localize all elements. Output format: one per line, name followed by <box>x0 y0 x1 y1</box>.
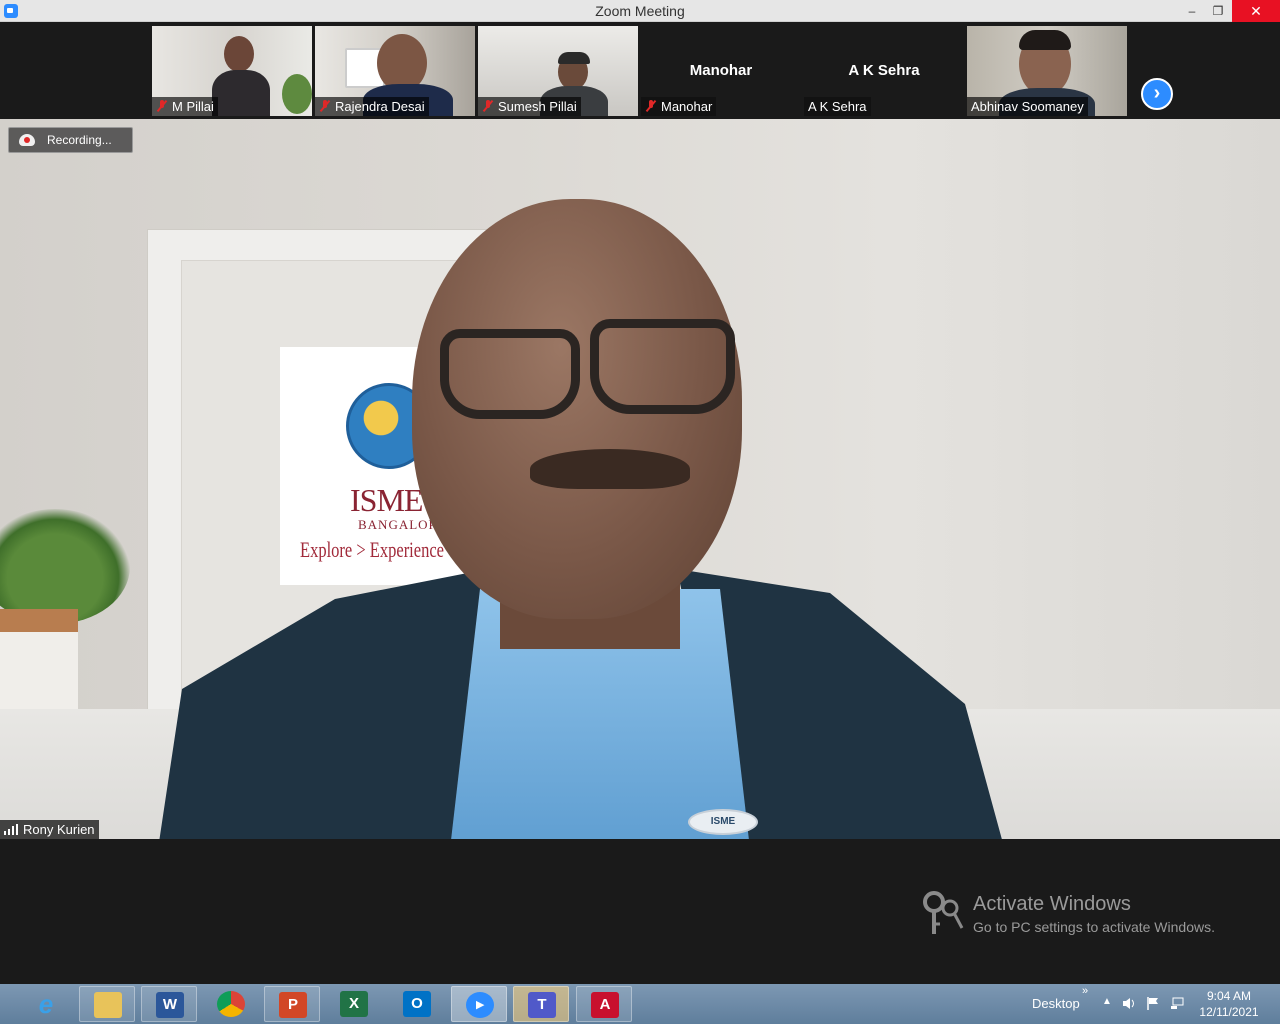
cloud-recording-icon <box>19 134 35 146</box>
window-title: Zoom Meeting <box>595 3 685 19</box>
outlook-button[interactable]: O <box>389 986 445 1022</box>
participant-name: Manohar <box>661 99 713 114</box>
participant-name: Abhinav Soomaney <box>971 99 1084 114</box>
lapel-badge: ISME <box>688 809 758 835</box>
plant-pot <box>0 609 78 714</box>
participant-name: Sumesh Pillai <box>498 99 577 114</box>
participant-name-bar: A K Sehra <box>804 97 871 116</box>
participant-tile[interactable]: Rajendra Desai <box>315 26 475 116</box>
muted-mic-icon <box>156 100 168 112</box>
file-explorer-button[interactable] <box>79 986 135 1022</box>
poster-title: ISME <box>350 482 423 518</box>
acrobat-icon: A <box>591 992 619 1018</box>
participant-name: Rajendra Desai <box>335 99 425 114</box>
internet-explorer-icon: e <box>38 989 54 1019</box>
restore-button[interactable]: ❐ <box>1203 0 1233 22</box>
clock-time: 9:04 AM <box>1206 989 1252 1003</box>
activate-subtitle: Go to PC settings to activate Windows. <box>973 919 1215 935</box>
participant-name-bar: M Pillai <box>152 97 218 116</box>
teams-button[interactable]: T <box>513 986 569 1022</box>
internet-explorer-button[interactable]: e <box>18 986 74 1022</box>
show-hidden-icons-icon[interactable]: ▲ <box>1102 996 1112 1007</box>
participant-name-bar: Sumesh Pillai <box>478 97 581 116</box>
clock-date: 12/11/2021 <box>1199 1005 1259 1019</box>
muted-mic-icon <box>482 100 494 112</box>
participant-video-hair <box>1019 30 1071 50</box>
muted-mic-icon <box>319 100 331 112</box>
recording-label: Recording... <box>47 133 112 147</box>
plant-icon <box>0 509 130 624</box>
speaker-moustache <box>530 449 690 489</box>
excel-button[interactable]: X <box>326 986 382 1022</box>
signal-strength-icon <box>4 824 18 835</box>
zoom-icon: ▸ <box>466 992 494 1018</box>
participant-center-name: Manohar <box>689 62 753 79</box>
participant-tile[interactable]: Abhinav Soomaney <box>967 26 1127 116</box>
active-speaker-video: ISME BANGALORE Explore > Experience > Ex… <box>0 119 1280 839</box>
participant-video-clothing <box>212 70 270 116</box>
glasses-icon <box>590 319 735 414</box>
word-icon: W <box>156 992 184 1018</box>
desktop-toolbar-label[interactable]: Desktop <box>1032 996 1080 1011</box>
excel-icon: X <box>340 991 368 1017</box>
activate-title: Activate Windows <box>973 893 1131 915</box>
volume-icon[interactable] <box>1122 997 1136 1010</box>
teams-icon: T <box>528 992 556 1018</box>
powerpoint-icon: P <box>279 992 307 1018</box>
toolbar-chevron-icon[interactable]: » <box>1082 985 1088 997</box>
participant-center-name: A K Sehra <box>848 62 920 79</box>
file-explorer-icon <box>94 992 122 1018</box>
title-bar: Zoom Meeting – ❐ ✕ <box>0 0 1280 22</box>
glasses-icon <box>440 329 580 419</box>
participant-tile[interactable]: Manohar Manohar <box>641 26 801 116</box>
word-button[interactable]: W <box>141 986 197 1022</box>
plant-decoration <box>282 74 312 114</box>
active-speaker-name: Rony Kurien <box>23 822 95 837</box>
active-speaker-name-bar: Rony Kurien <box>0 820 99 839</box>
chevron-right-icon[interactable]: › <box>1141 78 1173 110</box>
zoom-button[interactable]: ▸ <box>451 986 507 1022</box>
taskbar-clock[interactable]: 9:04 AM 12/11/2021 <box>1196 988 1262 1020</box>
close-button[interactable]: ✕ <box>1232 0 1280 22</box>
participant-name-bar: Manohar <box>641 97 717 116</box>
participant-tile[interactable]: A K Sehra A K Sehra <box>804 26 964 116</box>
participant-name-bar: Rajendra Desai <box>315 97 429 116</box>
key-icon <box>923 891 964 934</box>
participant-name: A K Sehra <box>808 99 867 114</box>
recording-indicator[interactable]: Recording... <box>8 127 133 153</box>
outlook-icon: O <box>403 991 431 1017</box>
muted-mic-icon <box>645 100 657 112</box>
acrobat-button[interactable]: A <box>576 986 632 1022</box>
participant-tile[interactable]: Sumesh Pillai <box>478 26 638 116</box>
participant-video-figure <box>224 36 254 72</box>
participant-name-bar: Abhinav Soomaney <box>967 97 1088 116</box>
participant-tile[interactable]: M Pillai <box>152 26 312 116</box>
participant-video-cap <box>558 52 590 64</box>
action-center-flag-icon[interactable] <box>1146 997 1160 1010</box>
participant-strip: M Pillai Rajendra Desai Sumesh Pillai Ma… <box>0 22 1280 119</box>
participant-name: M Pillai <box>172 99 214 114</box>
chrome-icon <box>217 991 245 1017</box>
powerpoint-button[interactable]: P <box>264 986 320 1022</box>
network-icon[interactable] <box>1170 997 1184 1010</box>
chrome-button[interactable] <box>203 986 259 1022</box>
